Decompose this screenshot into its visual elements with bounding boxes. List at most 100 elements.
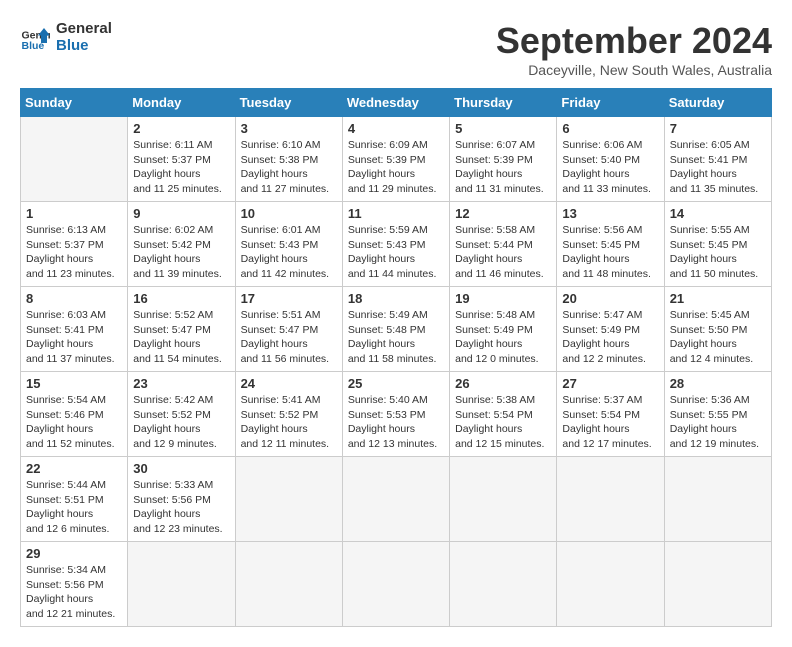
day-number: 30 xyxy=(133,461,229,476)
calendar-day-cell: 17 Sunrise: 5:51 AM Sunset: 5:47 PM Dayl… xyxy=(235,287,342,372)
day-number: 23 xyxy=(133,376,229,391)
day-number: 10 xyxy=(241,206,337,221)
day-info: Sunrise: 5:45 AM Sunset: 5:50 PM Dayligh… xyxy=(670,308,766,367)
day-info: Sunrise: 5:44 AM Sunset: 5:51 PM Dayligh… xyxy=(26,478,122,537)
day-number: 1 xyxy=(26,206,122,221)
calendar-day-cell: 11 Sunrise: 5:59 AM Sunset: 5:43 PM Dayl… xyxy=(342,202,449,287)
calendar-day-cell xyxy=(557,542,664,627)
day-info: Sunrise: 5:55 AM Sunset: 5:45 PM Dayligh… xyxy=(670,223,766,282)
day-info: Sunrise: 6:01 AM Sunset: 5:43 PM Dayligh… xyxy=(241,223,337,282)
calendar-day-cell xyxy=(342,457,449,542)
calendar-week-row: 2 Sunrise: 6:11 AM Sunset: 5:37 PM Dayli… xyxy=(21,117,772,202)
day-number: 13 xyxy=(562,206,658,221)
calendar-week-row: 8 Sunrise: 6:03 AM Sunset: 5:41 PM Dayli… xyxy=(21,287,772,372)
day-info: Sunrise: 5:58 AM Sunset: 5:44 PM Dayligh… xyxy=(455,223,551,282)
calendar-day-cell xyxy=(557,457,664,542)
day-number: 17 xyxy=(241,291,337,306)
calendar-day-cell xyxy=(128,542,235,627)
calendar-day-cell xyxy=(235,542,342,627)
calendar-day-cell: 15 Sunrise: 5:54 AM Sunset: 5:46 PM Dayl… xyxy=(21,372,128,457)
day-number: 21 xyxy=(670,291,766,306)
calendar-day-cell: 23 Sunrise: 5:42 AM Sunset: 5:52 PM Dayl… xyxy=(128,372,235,457)
location-subtitle: Daceyville, New South Wales, Australia xyxy=(496,62,772,78)
day-info: Sunrise: 6:06 AM Sunset: 5:40 PM Dayligh… xyxy=(562,138,658,197)
day-number: 7 xyxy=(670,121,766,136)
logo: General Blue General Blue xyxy=(20,20,112,54)
day-info: Sunrise: 6:13 AM Sunset: 5:37 PM Dayligh… xyxy=(26,223,122,282)
calendar-day-cell: 10 Sunrise: 6:01 AM Sunset: 5:43 PM Dayl… xyxy=(235,202,342,287)
day-number: 26 xyxy=(455,376,551,391)
day-info: Sunrise: 6:02 AM Sunset: 5:42 PM Dayligh… xyxy=(133,223,229,282)
day-number: 16 xyxy=(133,291,229,306)
day-info: Sunrise: 5:37 AM Sunset: 5:54 PM Dayligh… xyxy=(562,393,658,452)
day-number: 27 xyxy=(562,376,658,391)
day-info: Sunrise: 5:49 AM Sunset: 5:48 PM Dayligh… xyxy=(348,308,444,367)
day-info: Sunrise: 5:59 AM Sunset: 5:43 PM Dayligh… xyxy=(348,223,444,282)
day-info: Sunrise: 5:42 AM Sunset: 5:52 PM Dayligh… xyxy=(133,393,229,452)
day-number: 3 xyxy=(241,121,337,136)
day-info: Sunrise: 6:07 AM Sunset: 5:39 PM Dayligh… xyxy=(455,138,551,197)
calendar-day-cell xyxy=(450,542,557,627)
day-info: Sunrise: 5:47 AM Sunset: 5:49 PM Dayligh… xyxy=(562,308,658,367)
weekday-header: Saturday xyxy=(664,89,771,117)
day-info: Sunrise: 5:41 AM Sunset: 5:52 PM Dayligh… xyxy=(241,393,337,452)
calendar-day-cell: 18 Sunrise: 5:49 AM Sunset: 5:48 PM Dayl… xyxy=(342,287,449,372)
calendar-day-cell: 2 Sunrise: 6:11 AM Sunset: 5:37 PM Dayli… xyxy=(128,117,235,202)
calendar-day-cell: 8 Sunrise: 6:03 AM Sunset: 5:41 PM Dayli… xyxy=(21,287,128,372)
day-number: 6 xyxy=(562,121,658,136)
day-info: Sunrise: 5:51 AM Sunset: 5:47 PM Dayligh… xyxy=(241,308,337,367)
logo-icon: General Blue xyxy=(20,22,50,52)
day-info: Sunrise: 6:09 AM Sunset: 5:39 PM Dayligh… xyxy=(348,138,444,197)
month-title: September 2024 xyxy=(496,20,772,62)
calendar-day-cell xyxy=(235,457,342,542)
day-info: Sunrise: 6:05 AM Sunset: 5:41 PM Dayligh… xyxy=(670,138,766,197)
day-info: Sunrise: 5:48 AM Sunset: 5:49 PM Dayligh… xyxy=(455,308,551,367)
day-number: 29 xyxy=(26,546,122,561)
calendar-day-cell xyxy=(342,542,449,627)
day-info: Sunrise: 5:56 AM Sunset: 5:45 PM Dayligh… xyxy=(562,223,658,282)
day-number: 4 xyxy=(348,121,444,136)
calendar-day-cell: 16 Sunrise: 5:52 AM Sunset: 5:47 PM Dayl… xyxy=(128,287,235,372)
calendar-day-cell: 3 Sunrise: 6:10 AM Sunset: 5:38 PM Dayli… xyxy=(235,117,342,202)
day-info: Sunrise: 6:03 AM Sunset: 5:41 PM Dayligh… xyxy=(26,308,122,367)
calendar-day-cell: 7 Sunrise: 6:05 AM Sunset: 5:41 PM Dayli… xyxy=(664,117,771,202)
calendar-day-cell: 24 Sunrise: 5:41 AM Sunset: 5:52 PM Dayl… xyxy=(235,372,342,457)
day-info: Sunrise: 5:52 AM Sunset: 5:47 PM Dayligh… xyxy=(133,308,229,367)
day-number: 12 xyxy=(455,206,551,221)
calendar-day-cell: 29 Sunrise: 5:34 AM Sunset: 5:56 PM Dayl… xyxy=(21,542,128,627)
calendar-day-cell: 30 Sunrise: 5:33 AM Sunset: 5:56 PM Dayl… xyxy=(128,457,235,542)
day-info: Sunrise: 5:34 AM Sunset: 5:56 PM Dayligh… xyxy=(26,563,122,622)
day-number: 25 xyxy=(348,376,444,391)
weekday-header: Wednesday xyxy=(342,89,449,117)
day-info: Sunrise: 5:36 AM Sunset: 5:55 PM Dayligh… xyxy=(670,393,766,452)
calendar-day-cell xyxy=(450,457,557,542)
day-number: 19 xyxy=(455,291,551,306)
day-number: 8 xyxy=(26,291,122,306)
calendar-day-cell: 12 Sunrise: 5:58 AM Sunset: 5:44 PM Dayl… xyxy=(450,202,557,287)
calendar-day-cell: 9 Sunrise: 6:02 AM Sunset: 5:42 PM Dayli… xyxy=(128,202,235,287)
calendar-day-cell: 19 Sunrise: 5:48 AM Sunset: 5:49 PM Dayl… xyxy=(450,287,557,372)
day-info: Sunrise: 5:33 AM Sunset: 5:56 PM Dayligh… xyxy=(133,478,229,537)
weekday-header: Thursday xyxy=(450,89,557,117)
calendar-week-row: 22 Sunrise: 5:44 AM Sunset: 5:51 PM Dayl… xyxy=(21,457,772,542)
title-block: September 2024 Daceyville, New South Wal… xyxy=(496,20,772,78)
day-number: 18 xyxy=(348,291,444,306)
logo-general: General xyxy=(56,20,112,37)
calendar-day-cell: 28 Sunrise: 5:36 AM Sunset: 5:55 PM Dayl… xyxy=(664,372,771,457)
day-number: 9 xyxy=(133,206,229,221)
calendar-day-cell: 4 Sunrise: 6:09 AM Sunset: 5:39 PM Dayli… xyxy=(342,117,449,202)
calendar-day-cell xyxy=(21,117,128,202)
calendar-header-row: SundayMondayTuesdayWednesdayThursdayFrid… xyxy=(21,89,772,117)
day-number: 15 xyxy=(26,376,122,391)
weekday-header: Monday xyxy=(128,89,235,117)
day-number: 2 xyxy=(133,121,229,136)
calendar-day-cell: 22 Sunrise: 5:44 AM Sunset: 5:51 PM Dayl… xyxy=(21,457,128,542)
calendar-week-row: 29 Sunrise: 5:34 AM Sunset: 5:56 PM Dayl… xyxy=(21,542,772,627)
day-info: Sunrise: 5:40 AM Sunset: 5:53 PM Dayligh… xyxy=(348,393,444,452)
weekday-header: Friday xyxy=(557,89,664,117)
calendar-day-cell: 1 Sunrise: 6:13 AM Sunset: 5:37 PM Dayli… xyxy=(21,202,128,287)
calendar-day-cell: 6 Sunrise: 6:06 AM Sunset: 5:40 PM Dayli… xyxy=(557,117,664,202)
calendar-day-cell: 14 Sunrise: 5:55 AM Sunset: 5:45 PM Dayl… xyxy=(664,202,771,287)
page-header: General Blue General Blue September 2024… xyxy=(20,20,772,78)
day-info: Sunrise: 6:11 AM Sunset: 5:37 PM Dayligh… xyxy=(133,138,229,197)
